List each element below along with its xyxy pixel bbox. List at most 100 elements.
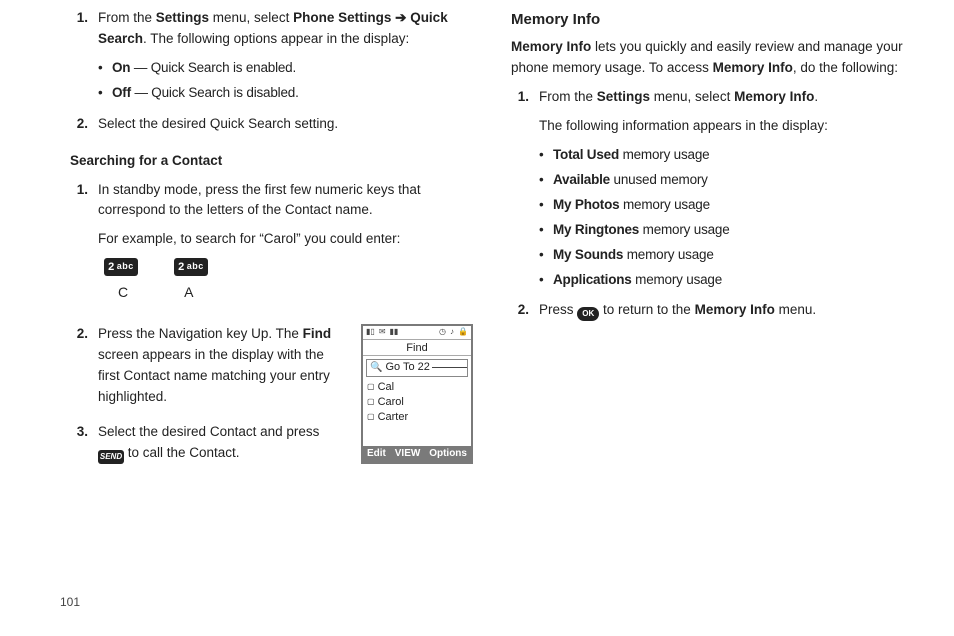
- key-number: 2: [108, 259, 115, 276]
- step-number: 2.: [70, 324, 98, 416]
- letter-c: C: [118, 282, 128, 304]
- settings-label: Settings: [597, 89, 650, 104]
- step-1-text: From the Settings menu, select Phone Set…: [98, 8, 473, 50]
- battery-icon: ▮▮: [390, 326, 399, 338]
- step-number: 1.: [511, 87, 539, 294]
- text: Select the desired Contact and press: [98, 424, 319, 439]
- search-step-3: 3. Select the desired Contact and press …: [70, 422, 347, 472]
- phone-input-value: Go To 22: [385, 359, 429, 376]
- step-number: 2.: [70, 114, 98, 143]
- ok-key-icon: OK: [577, 307, 599, 321]
- mem-step-2: 2. Press OK to return to the Memory Info…: [511, 300, 914, 329]
- text: memory usage: [639, 222, 729, 237]
- phone-title: Find: [363, 340, 471, 356]
- bullet-off: •Off — Quick Search is disabled.: [98, 83, 473, 104]
- page-number: 101: [60, 593, 80, 612]
- text: memory usage: [632, 272, 722, 287]
- sound-icon: ♪: [450, 326, 454, 338]
- label: My Sounds: [553, 247, 623, 262]
- step-number: 1.: [70, 180, 98, 318]
- label: Available: [553, 172, 610, 187]
- text: menu.: [775, 302, 816, 317]
- keypad-keys: 2abc 2abc: [104, 258, 473, 276]
- list-item: ▢Carol: [367, 395, 467, 410]
- step-1: 1. From the Settings menu, select Phone …: [70, 8, 473, 108]
- memory-info-label: Memory Info: [713, 60, 793, 75]
- phone-softkeys: Edit VIEW Options: [363, 446, 471, 462]
- memory-info-label: Memory Info: [511, 39, 591, 54]
- off-label: Off: [112, 85, 131, 100]
- contact-name: Carter: [378, 409, 409, 426]
- text: Press: [539, 302, 577, 317]
- text: screen appears in the display with the f…: [98, 347, 330, 404]
- key-number: 2: [178, 259, 185, 276]
- memory-info-label: Memory Info: [734, 89, 814, 104]
- phone-screenshot: ▮▯ ✉ ▮▮ ◷ ♪ 🔒 Find 🔍Go To 22 ▢Cal ▢Carol…: [361, 324, 473, 464]
- bullet-available: •Available unused memory: [539, 170, 914, 191]
- contact-icon: ▢: [367, 381, 375, 393]
- text: . The following options appear in the di…: [143, 31, 409, 46]
- softkey-mid: VIEW: [395, 446, 421, 462]
- label: Applications: [553, 272, 632, 287]
- phone-contact-list: ▢Cal ▢Carol ▢Carter: [363, 380, 471, 446]
- bullet-on: •On — Quick Search is enabled.: [98, 58, 473, 79]
- message-icon: ✉: [379, 326, 386, 338]
- key-letters: abc: [187, 260, 204, 274]
- label: Total Used: [553, 147, 619, 162]
- text: to call the Contact.: [124, 445, 240, 460]
- list-item: ▢Cal: [367, 380, 467, 395]
- r2-text: Press OK to return to the Memory Info me…: [539, 300, 914, 321]
- text: — Quick Search is disabled.: [131, 85, 299, 100]
- lock-icon: 🔒: [458, 326, 468, 338]
- search-step-1: 1. In standby mode, press the first few …: [70, 180, 473, 318]
- s3-text: Select the desired Contact and press SEN…: [98, 422, 347, 464]
- arrow-right-icon: ➔: [395, 10, 406, 25]
- memory-info-label: Memory Info: [695, 302, 775, 317]
- softkey-left: Edit: [367, 446, 386, 462]
- signal-icon: ▮▯: [366, 326, 375, 338]
- searching-heading: Searching for a Contact: [70, 151, 473, 172]
- s2-text: Press the Navigation key Up. The Find sc…: [98, 324, 347, 408]
- text: memory usage: [623, 247, 713, 262]
- text: memory usage: [619, 147, 709, 162]
- phone-search-input: 🔍Go To 22: [366, 359, 468, 377]
- phone-settings-label: Phone Settings: [293, 10, 391, 25]
- s1-p2: For example, to search for “Carol” you c…: [98, 229, 473, 250]
- r1-line1: From the Settings menu, select Memory In…: [539, 87, 914, 108]
- text: From the: [539, 89, 597, 104]
- letter-row: C A: [118, 282, 473, 304]
- text: menu, select: [650, 89, 734, 104]
- phone-status-bar: ▮▯ ✉ ▮▮ ◷ ♪ 🔒: [363, 326, 471, 340]
- step-2-top: 2. Select the desired Quick Search setti…: [70, 114, 473, 143]
- magnifier-icon: 🔍: [370, 360, 382, 376]
- contact-icon: ▢: [367, 411, 375, 423]
- s1-p1: In standby mode, press the first few num…: [98, 180, 473, 222]
- right-column: Memory Info Memory Info lets you quickly…: [511, 8, 914, 478]
- mem-step-1: 1. From the Settings menu, select Memory…: [511, 87, 914, 294]
- memory-info-heading: Memory Info: [511, 8, 914, 31]
- search-step-2: 2. Press the Navigation key Up. The Find…: [70, 324, 347, 416]
- bullet-my-sounds: •My Sounds memory usage: [539, 245, 914, 266]
- bullet-my-ringtones: •My Ringtones memory usage: [539, 220, 914, 241]
- label: My Photos: [553, 197, 619, 212]
- bullet-my-photos: •My Photos memory usage: [539, 195, 914, 216]
- send-key-icon: SEND: [98, 450, 124, 464]
- softkey-right: Options: [429, 446, 467, 462]
- list-item: ▢Carter: [367, 410, 467, 425]
- step-number: 2.: [511, 300, 539, 329]
- text: .: [814, 89, 818, 104]
- settings-label: Settings: [156, 10, 209, 25]
- memory-info-intro: Memory Info lets you quickly and easily …: [511, 37, 914, 79]
- text: menu, select: [209, 10, 293, 25]
- step-2-text: Select the desired Quick Search setting.: [98, 114, 473, 135]
- step-number: 3.: [70, 422, 98, 472]
- contact-icon: ▢: [367, 396, 375, 408]
- bullet-total-used: •Total Used memory usage: [539, 145, 914, 166]
- text: to return to the: [599, 302, 694, 317]
- text: unused memory: [610, 172, 708, 187]
- clock-icon: ◷: [439, 326, 446, 338]
- text: Press the Navigation key Up. The: [98, 326, 303, 341]
- label: My Ringtones: [553, 222, 639, 237]
- letter-a: A: [184, 282, 193, 304]
- key-letters: abc: [117, 260, 134, 274]
